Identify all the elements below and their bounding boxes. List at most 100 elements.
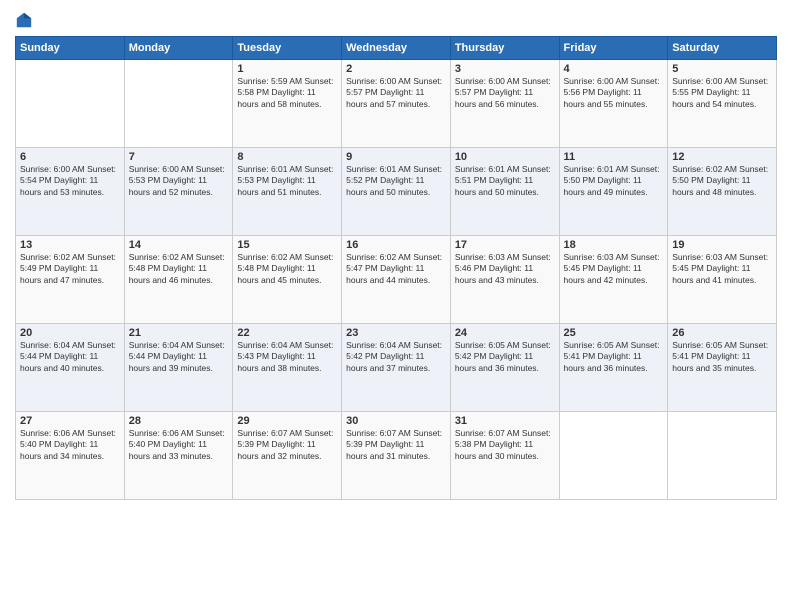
cell-info: Sunrise: 6:02 AM Sunset: 5:50 PM Dayligh… [672,164,772,198]
day-number: 5 [672,63,772,75]
calendar-cell: 27Sunrise: 6:06 AM Sunset: 5:40 PM Dayli… [16,411,125,499]
cell-info: Sunrise: 5:59 AM Sunset: 5:58 PM Dayligh… [237,76,337,110]
calendar-cell: 9Sunrise: 6:01 AM Sunset: 5:52 PM Daylig… [342,147,451,235]
day-number: 7 [129,151,229,163]
cell-info: Sunrise: 6:02 AM Sunset: 5:47 PM Dayligh… [346,252,446,286]
day-number: 3 [455,63,555,75]
cell-info: Sunrise: 6:00 AM Sunset: 5:57 PM Dayligh… [455,76,555,110]
day-number: 16 [346,239,446,251]
cell-info: Sunrise: 6:04 AM Sunset: 5:43 PM Dayligh… [237,340,337,374]
calendar-cell: 6Sunrise: 6:00 AM Sunset: 5:54 PM Daylig… [16,147,125,235]
calendar-cell: 18Sunrise: 6:03 AM Sunset: 5:45 PM Dayli… [559,235,668,323]
day-number: 24 [455,327,555,339]
day-header-friday: Friday [559,36,668,59]
calendar-header-row: SundayMondayTuesdayWednesdayThursdayFrid… [16,36,777,59]
cell-info: Sunrise: 6:01 AM Sunset: 5:53 PM Dayligh… [237,164,337,198]
day-number: 9 [346,151,446,163]
calendar-cell: 19Sunrise: 6:03 AM Sunset: 5:45 PM Dayli… [668,235,777,323]
calendar-cell: 7Sunrise: 6:00 AM Sunset: 5:53 PM Daylig… [124,147,233,235]
calendar-cell: 4Sunrise: 6:00 AM Sunset: 5:56 PM Daylig… [559,59,668,147]
cell-info: Sunrise: 6:00 AM Sunset: 5:55 PM Dayligh… [672,76,772,110]
calendar-week-2: 6Sunrise: 6:00 AM Sunset: 5:54 PM Daylig… [16,147,777,235]
calendar-week-3: 13Sunrise: 6:02 AM Sunset: 5:49 PM Dayli… [16,235,777,323]
day-header-wednesday: Wednesday [342,36,451,59]
day-header-tuesday: Tuesday [233,36,342,59]
cell-info: Sunrise: 6:06 AM Sunset: 5:40 PM Dayligh… [20,428,120,462]
day-number: 23 [346,327,446,339]
day-header-saturday: Saturday [668,36,777,59]
header [15,10,777,30]
calendar-week-4: 20 Sunrise: 6:04 AM Sunset: 5:44 PM Dayli… [16,323,777,411]
calendar-cell: 15Sunrise: 6:02 AM Sunset: 5:48 PM Dayli… [233,235,342,323]
day-number: 20 [20,327,120,339]
cell-info: Sunrise: 6:05 AM Sunset: 5:42 PM Dayligh… [455,340,555,374]
cell-info: Sunrise: 6:05 AM Sunset: 5:41 PM Dayligh… [564,340,664,374]
page: SundayMondayTuesdayWednesdayThursdayFrid… [0,0,792,612]
calendar-cell: 11Sunrise: 6:01 AM Sunset: 5:50 PM Dayli… [559,147,668,235]
calendar: SundayMondayTuesdayWednesdayThursdayFrid… [15,36,777,500]
calendar-cell: 23Sunrise: 6:04 AM Sunset: 5:42 PM Dayli… [342,323,451,411]
cell-info: Sunrise: 6:07 AM Sunset: 5:39 PM Dayligh… [237,428,337,462]
day-number: 6 [20,151,120,163]
calendar-cell: 12Sunrise: 6:02 AM Sunset: 5:50 PM Dayli… [668,147,777,235]
cell-info: Sunrise: 6:00 AM Sunset: 5:53 PM Dayligh… [129,164,229,198]
calendar-week-5: 27Sunrise: 6:06 AM Sunset: 5:40 PM Dayli… [16,411,777,499]
day-number: 8 [237,151,337,163]
calendar-cell [668,411,777,499]
day-number: 11 [564,151,664,163]
day-number: 21 [129,327,229,339]
day-header-thursday: Thursday [450,36,559,59]
day-number: 4 [564,63,664,75]
calendar-cell: 22Sunrise: 6:04 AM Sunset: 5:43 PM Dayli… [233,323,342,411]
day-number: 2 [346,63,446,75]
cell-info: Sunrise: 6:03 AM Sunset: 5:45 PM Dayligh… [564,252,664,286]
cell-info: Sunrise: 6:03 AM Sunset: 5:46 PM Dayligh… [455,252,555,286]
cell-info: Sunrise: 6:04 AM Sunset: 5:44 PM Dayligh… [129,340,229,374]
logo [15,10,37,30]
cell-info: Sunrise: 6:04 AM Sunset: 5:42 PM Dayligh… [346,340,446,374]
cell-info: Sunrise: 6:02 AM Sunset: 5:48 PM Dayligh… [129,252,229,286]
calendar-cell [559,411,668,499]
day-number: 30 [346,415,446,427]
day-number: 26 [672,327,772,339]
day-header-sunday: Sunday [16,36,125,59]
cell-info: Sunrise: 6:03 AM Sunset: 5:45 PM Dayligh… [672,252,772,286]
cell-info: Sunrise: 6:00 AM Sunset: 5:57 PM Dayligh… [346,76,446,110]
cell-info: Sunrise: 6:02 AM Sunset: 5:49 PM Dayligh… [20,252,120,286]
day-number: 28 [129,415,229,427]
cell-info: Sunrise: 6:00 AM Sunset: 5:54 PM Dayligh… [20,164,120,198]
calendar-cell: 8Sunrise: 6:01 AM Sunset: 5:53 PM Daylig… [233,147,342,235]
calendar-cell: 25Sunrise: 6:05 AM Sunset: 5:41 PM Dayli… [559,323,668,411]
cell-info: Sunrise: 6:05 AM Sunset: 5:41 PM Dayligh… [672,340,772,374]
calendar-cell: 1Sunrise: 5:59 AM Sunset: 5:58 PM Daylig… [233,59,342,147]
cell-info: Sunrise: 6:02 AM Sunset: 5:48 PM Dayligh… [237,252,337,286]
calendar-cell: 21Sunrise: 6:04 AM Sunset: 5:44 PM Dayli… [124,323,233,411]
calendar-cell: 17Sunrise: 6:03 AM Sunset: 5:46 PM Dayli… [450,235,559,323]
calendar-cell: 20Sunrise: 6:04 AM Sunset: 5:44 PM Dayli… [16,323,125,411]
calendar-cell: 14Sunrise: 6:02 AM Sunset: 5:48 PM Dayli… [124,235,233,323]
calendar-cell [16,59,125,147]
calendar-cell: 26Sunrise: 6:05 AM Sunset: 5:41 PM Dayli… [668,323,777,411]
cell-info: Sunrise: 6:06 AM Sunset: 5:40 PM Dayligh… [129,428,229,462]
day-number: 19 [672,239,772,251]
calendar-cell: 2Sunrise: 6:00 AM Sunset: 5:57 PM Daylig… [342,59,451,147]
cell-info: Sunrise: 6:07 AM Sunset: 5:38 PM Dayligh… [455,428,555,462]
calendar-cell: 16Sunrise: 6:02 AM Sunset: 5:47 PM Dayli… [342,235,451,323]
calendar-cell: 29Sunrise: 6:07 AM Sunset: 5:39 PM Dayli… [233,411,342,499]
day-number: 10 [455,151,555,163]
day-number: 17 [455,239,555,251]
calendar-cell: 30Sunrise: 6:07 AM Sunset: 5:39 PM Dayli… [342,411,451,499]
day-number: 27 [20,415,120,427]
day-number: 31 [455,415,555,427]
calendar-cell: 31Sunrise: 6:07 AM Sunset: 5:38 PM Dayli… [450,411,559,499]
calendar-cell: 24Sunrise: 6:05 AM Sunset: 5:42 PM Dayli… [450,323,559,411]
day-number: 22 [237,327,337,339]
calendar-cell: 13Sunrise: 6:02 AM Sunset: 5:49 PM Dayli… [16,235,125,323]
day-number: 14 [129,239,229,251]
day-number: 29 [237,415,337,427]
day-header-monday: Monday [124,36,233,59]
day-number: 12 [672,151,772,163]
calendar-cell: 10Sunrise: 6:01 AM Sunset: 5:51 PM Dayli… [450,147,559,235]
cell-info: Sunrise: 6:07 AM Sunset: 5:39 PM Dayligh… [346,428,446,462]
calendar-cell: 3Sunrise: 6:00 AM Sunset: 5:57 PM Daylig… [450,59,559,147]
